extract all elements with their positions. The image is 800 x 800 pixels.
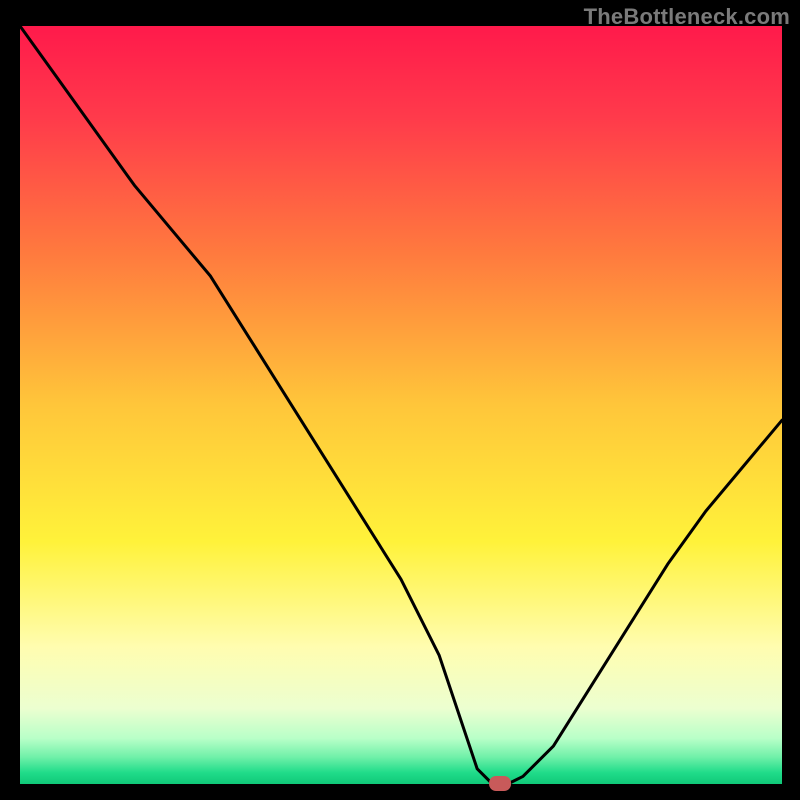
optimal-marker <box>489 776 511 791</box>
bottleneck-chart <box>0 0 800 800</box>
watermark-text: TheBottleneck.com <box>584 4 790 30</box>
gradient-background <box>20 26 782 784</box>
chart-frame: TheBottleneck.com <box>0 0 800 800</box>
